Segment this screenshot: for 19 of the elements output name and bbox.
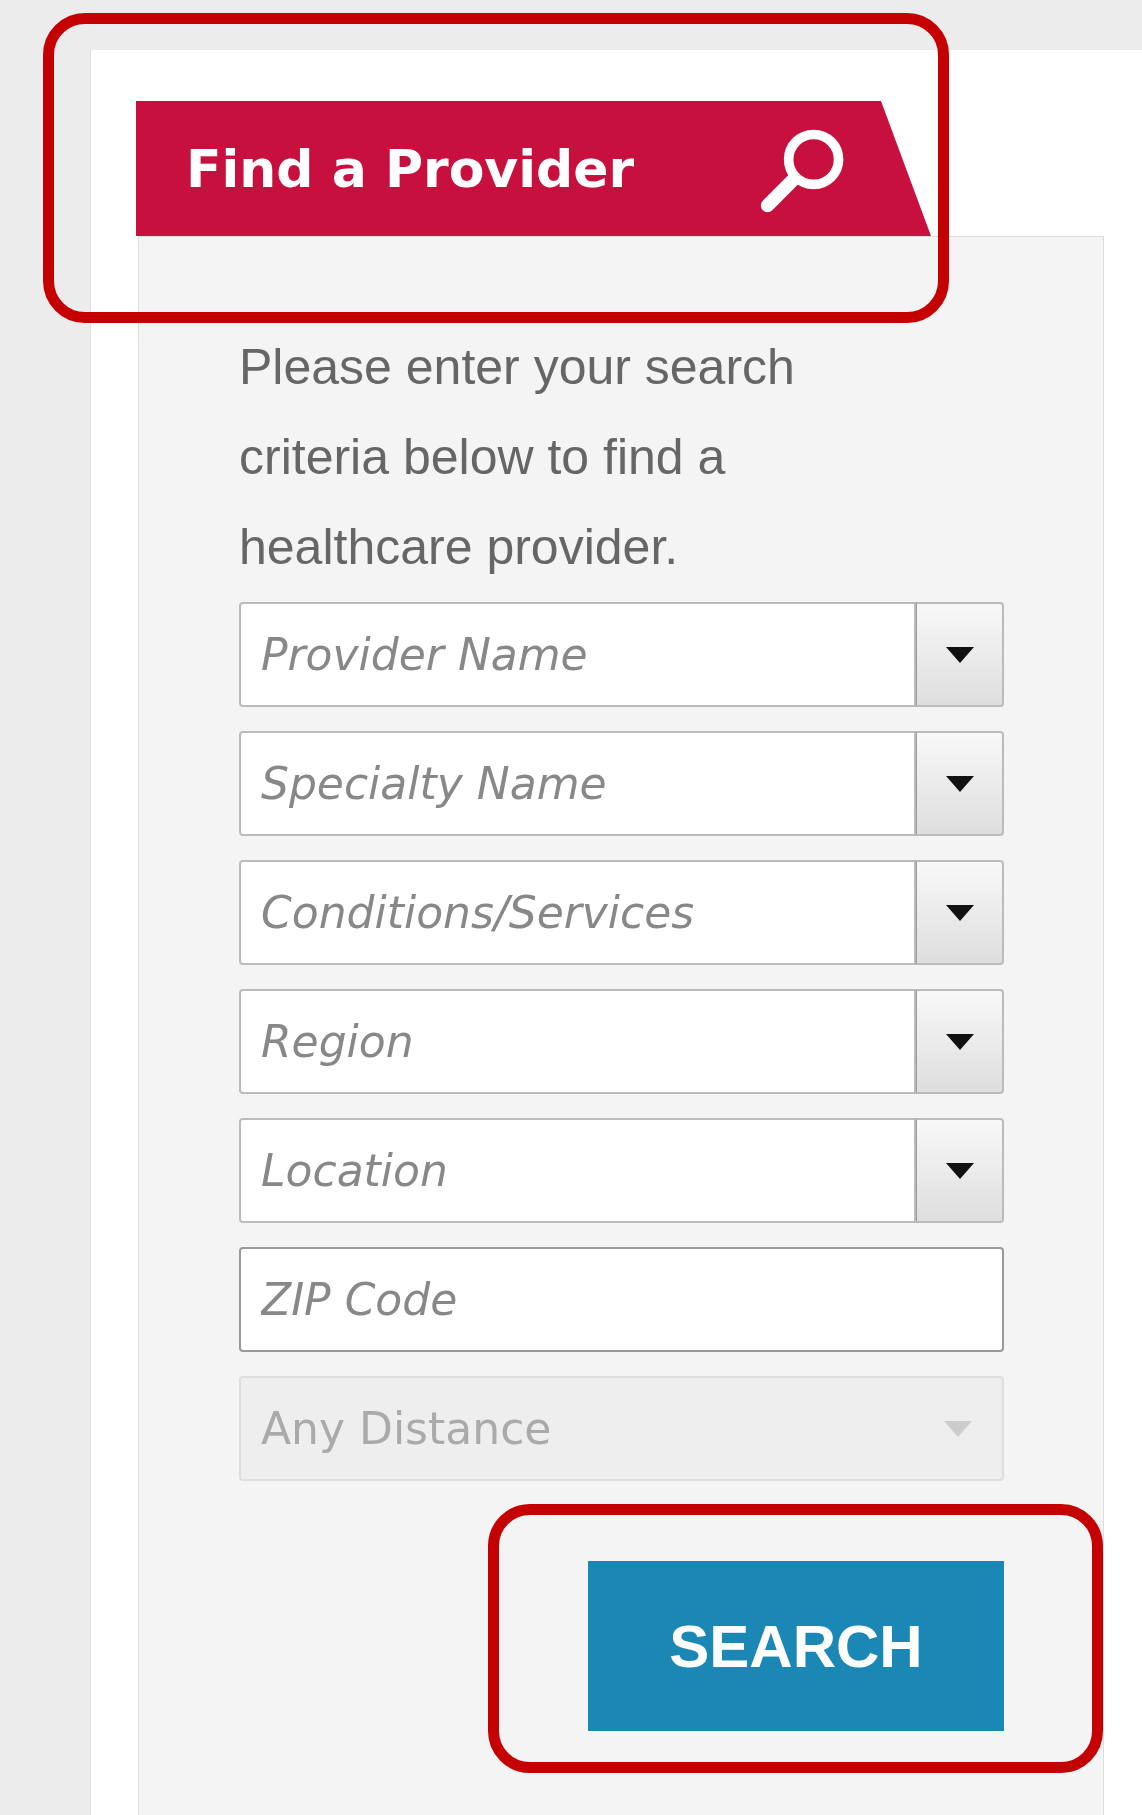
- dropdown-button[interactable]: [916, 1118, 1004, 1223]
- dropdown-button[interactable]: [916, 989, 1004, 1094]
- caret-icon: [945, 1162, 974, 1179]
- find-provider-tab[interactable]: Find a Provider: [136, 101, 931, 236]
- dropdown-button[interactable]: [916, 731, 1004, 836]
- instructions-text: Please enter your search criteria below to find a healthcare provider.: [239, 338, 796, 577]
- combo-field[interactable]: Region: [239, 989, 916, 1094]
- dropdown-button[interactable]: [916, 602, 1004, 707]
- caret-icon: [945, 775, 974, 792]
- combo-field[interactable]: Location: [239, 1118, 916, 1223]
- combo-field[interactable]: Specialty Name: [239, 731, 916, 836]
- combo-field[interactable]: Provider Name: [239, 602, 916, 707]
- caret-icon: [945, 1033, 974, 1050]
- caret-icon: [945, 904, 974, 921]
- dropdown-button[interactable]: [916, 860, 1004, 965]
- search-button[interactable]: SEARCH: [588, 1561, 1004, 1731]
- combo-field[interactable]: Conditions/Services: [239, 860, 916, 965]
- caret-icon: [945, 646, 974, 663]
- caret-icon: [944, 1420, 972, 1437]
